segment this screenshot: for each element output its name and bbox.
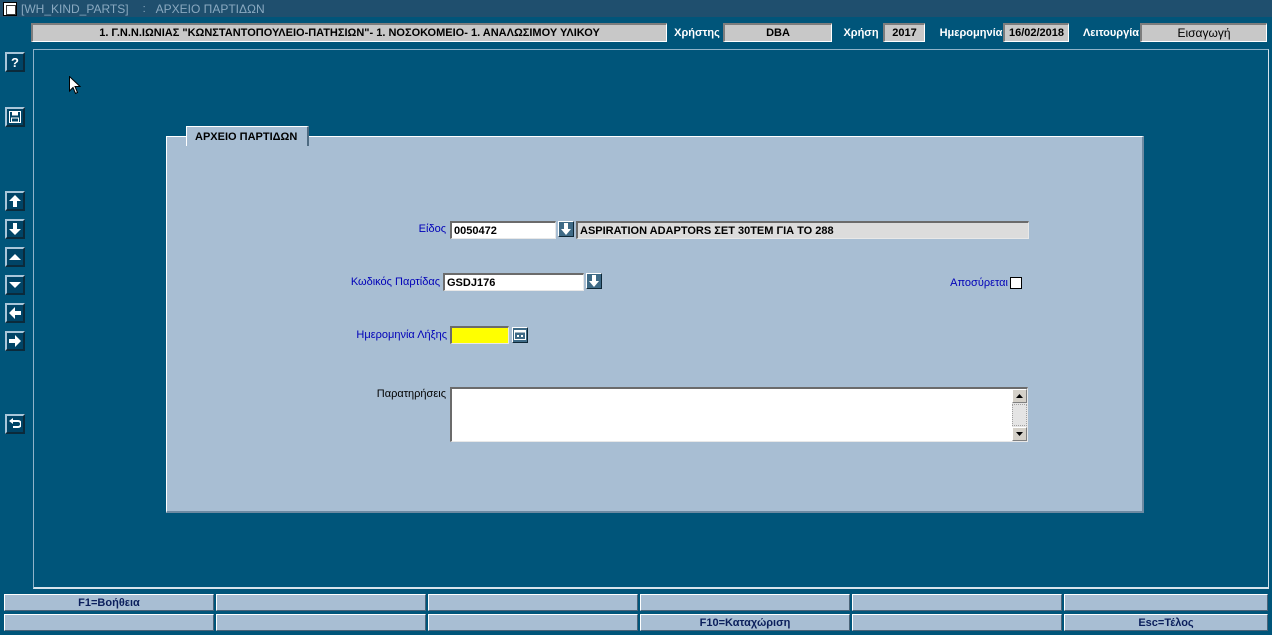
first-record-icon — [9, 195, 21, 207]
scroll-thumb[interactable] — [1012, 404, 1027, 426]
calendar-button[interactable] — [512, 327, 528, 343]
organization-field: 1. Γ.Ν.Ν.ΙΩΝΙΑΣ "ΚΩΝΣΤΑΝΤΟΠΟΥΛΕΙΟ-ΠΑΤΗΣΙ… — [31, 23, 667, 42]
fkey-slot[interactable] — [216, 614, 426, 631]
user-field: DBA — [723, 23, 832, 42]
window-titlebar: [WH_KIND_PARTS] : ΑΡΧΕΙΟ ΠΑΡΤΙΔΩΝ — [0, 0, 1272, 17]
next-block-button[interactable] — [5, 331, 25, 351]
previous-record-button[interactable] — [5, 247, 25, 267]
form-tab-title: ΑΡΧΕΙΟ ΠΑΡΤΙΔΩΝ — [186, 126, 310, 146]
batch-code-input[interactable]: GSDJ176 — [443, 273, 584, 291]
scroll-up-icon — [1016, 394, 1023, 398]
date-field: 16/02/2018 — [1003, 23, 1069, 42]
date-label: Ημερομηνία — [939, 26, 1003, 39]
save-icon — [9, 111, 21, 123]
year-field: 2017 — [883, 23, 925, 42]
fkey-slot[interactable] — [852, 594, 1062, 611]
fkey-f1-help[interactable]: F1=Βοήθεια — [4, 594, 214, 611]
withdrawn-label: Αποσύρεται — [950, 277, 1008, 289]
fkey-slot[interactable] — [640, 594, 850, 611]
exit-button[interactable] — [5, 414, 25, 434]
expiry-date-label: Ημερομηνία Λήξης — [356, 329, 447, 341]
previous-block-icon — [9, 307, 21, 319]
app-icon — [3, 1, 17, 16]
fkey-esc-exit[interactable]: Esc=Τέλος — [1064, 614, 1268, 631]
scroll-up-button[interactable] — [1012, 389, 1027, 403]
previous-block-button[interactable] — [5, 303, 25, 323]
notes-label: Παρατηρήσεις — [376, 388, 446, 400]
mouse-cursor-icon — [69, 76, 81, 95]
next-record-button[interactable] — [5, 275, 25, 295]
fkey-slot[interactable] — [428, 594, 638, 611]
item-code-input[interactable]: 0050472 — [450, 221, 556, 239]
fkey-slot[interactable] — [852, 614, 1062, 631]
next-record-icon — [9, 282, 21, 288]
notes-textarea[interactable] — [450, 387, 1028, 442]
help-icon: ? — [11, 54, 19, 70]
previous-record-icon — [9, 254, 21, 260]
fkey-f10-commit[interactable]: F10=Καταχώριση — [640, 614, 850, 631]
exit-icon — [9, 418, 21, 428]
fkey-slot[interactable] — [216, 594, 426, 611]
fkey-slot[interactable] — [1064, 594, 1268, 611]
mode-label: Λειτουργία — [1082, 26, 1140, 39]
item-description-field: ASPIRATION ADAPTORS ΣΕΤ 30ΤΕΜ ΓΙΑ ΤΟ 288 — [576, 221, 1029, 239]
year-label: Χρήση — [843, 26, 879, 39]
help-button[interactable]: ? — [5, 52, 25, 72]
next-block-icon — [9, 335, 21, 347]
scroll-down-button[interactable] — [1012, 427, 1027, 441]
user-label: Χρήστης — [674, 26, 720, 39]
title-separator: : — [142, 2, 146, 15]
calendar-icon — [514, 330, 526, 340]
notes-scrollbar[interactable] — [1012, 389, 1027, 441]
batch-form-panel — [166, 136, 1144, 513]
fkey-slot[interactable] — [4, 614, 214, 631]
withdrawn-checkbox[interactable] — [1010, 277, 1022, 289]
scroll-down-icon — [1016, 432, 1023, 436]
window-title: ΑΡΧΕΙΟ ΠΑΡΤΙΔΩΝ — [155, 1, 265, 16]
expiry-date-input[interactable] — [450, 326, 509, 344]
fkey-slot[interactable] — [428, 614, 638, 631]
mode-field: Εισαγωγή — [1140, 23, 1267, 42]
last-record-button[interactable] — [5, 219, 25, 239]
arrow-down-icon — [589, 275, 599, 287]
last-record-icon — [9, 223, 21, 235]
item-lov-button[interactable] — [558, 221, 574, 237]
form-code: [WH_KIND_PARTS] — [21, 1, 129, 16]
arrow-down-icon — [561, 223, 571, 235]
batch-lov-button[interactable] — [586, 273, 602, 289]
batch-code-label: Κωδικός Παρτίδας — [350, 276, 440, 288]
item-label: Είδος — [418, 223, 446, 235]
first-record-button[interactable] — [5, 191, 25, 211]
save-button[interactable] — [5, 107, 25, 127]
